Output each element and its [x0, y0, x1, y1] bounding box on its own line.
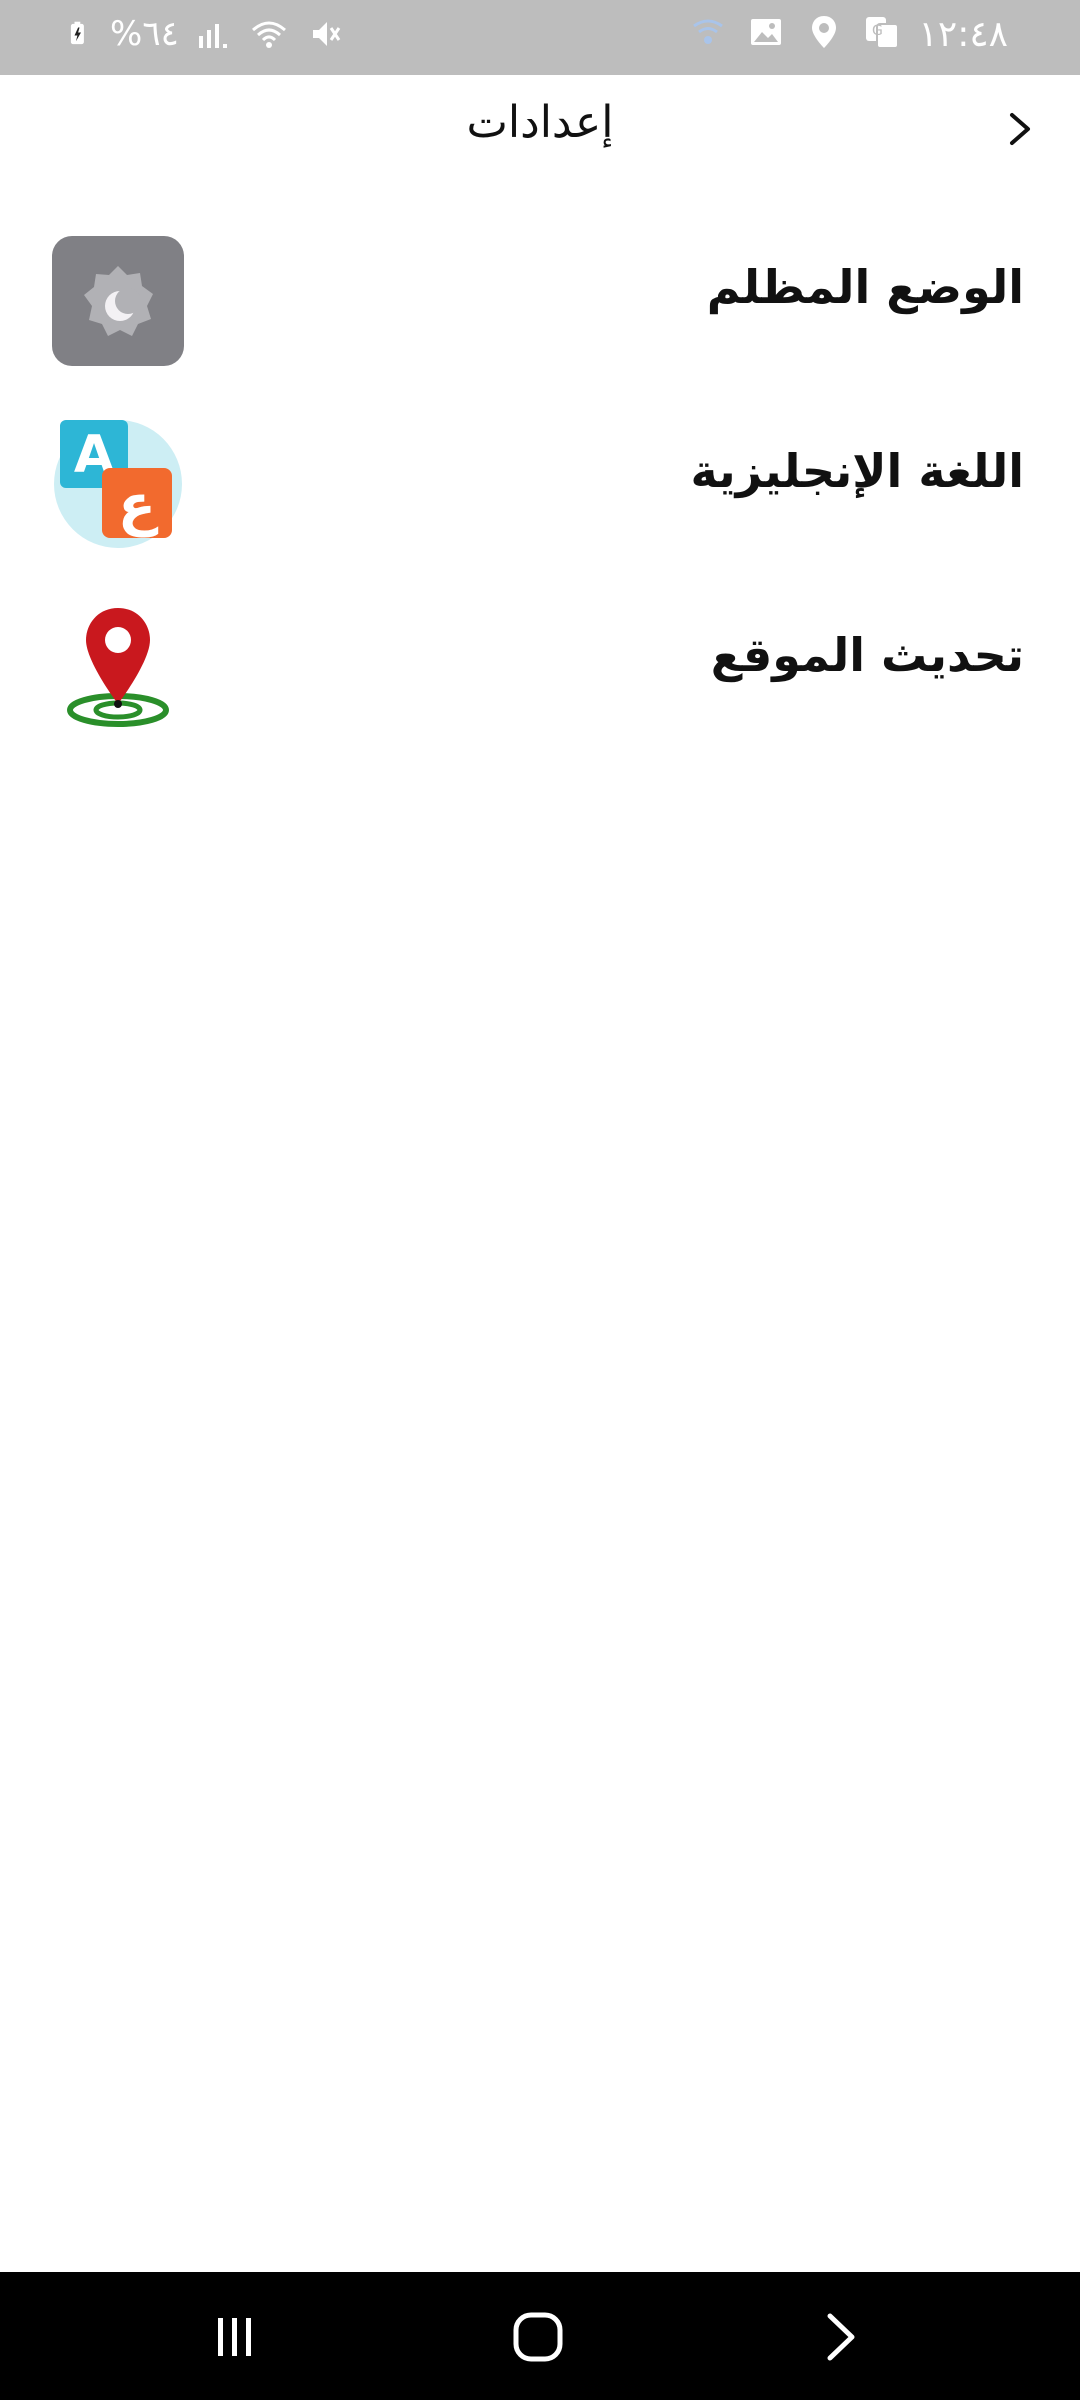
status-bar: %٦٤ G ١٢:٤٨ [0, 0, 1080, 75]
location-icon [812, 16, 836, 48]
setting-english-language[interactable]: اللغة الإنجليزية A ع [0, 384, 1080, 568]
settings-screen: %٦٤ G ١٢:٤٨ إعدادات الوضع المظلم اللغة ا… [0, 0, 1080, 2400]
recent-apps-icon [218, 2318, 251, 2356]
status-icons-right: G [690, 14, 900, 50]
status-icons-left: %٦٤ [68, 14, 343, 54]
translate-icon: G [866, 17, 899, 49]
setting-label: الوضع المظلم [706, 260, 1024, 314]
status-time: ١٢:٤٨ [918, 14, 1008, 55]
setting-label: اللغة الإنجليزية [690, 444, 1024, 498]
svg-text:G: G [872, 23, 883, 39]
home-icon [513, 2312, 563, 2362]
location-pin-icon [67, 608, 169, 727]
language-icon: A ع [54, 420, 182, 548]
header: إعدادات [0, 75, 1080, 185]
battery-icon [70, 21, 84, 45]
setting-dark-mode[interactable]: الوضع المظلم [0, 200, 1080, 384]
setting-label: تحديث الموقع [710, 628, 1024, 682]
recent-apps-button[interactable] [200, 2302, 270, 2372]
dark-mode-icon [52, 236, 184, 366]
navigation-bar [0, 2272, 1080, 2400]
svg-text:ع: ع [118, 473, 159, 538]
setting-location-update[interactable]: تحديث الموقع [0, 568, 1080, 752]
page-title: إعدادات [466, 97, 614, 148]
back-icon [827, 2313, 855, 2361]
signal-icon [198, 24, 227, 48]
gallery-icon [751, 19, 781, 45]
home-button[interactable] [503, 2302, 573, 2372]
battery-percentage: %٦٤ [110, 14, 179, 54]
mute-icon [312, 22, 341, 46]
settings-list: الوضع المظلم اللغة الإنجليزية A ع تحديث … [0, 200, 1080, 752]
wifi-icon [251, 21, 286, 48]
wifi-calling-icon [693, 19, 723, 44]
nav-back-button[interactable] [806, 2302, 876, 2372]
